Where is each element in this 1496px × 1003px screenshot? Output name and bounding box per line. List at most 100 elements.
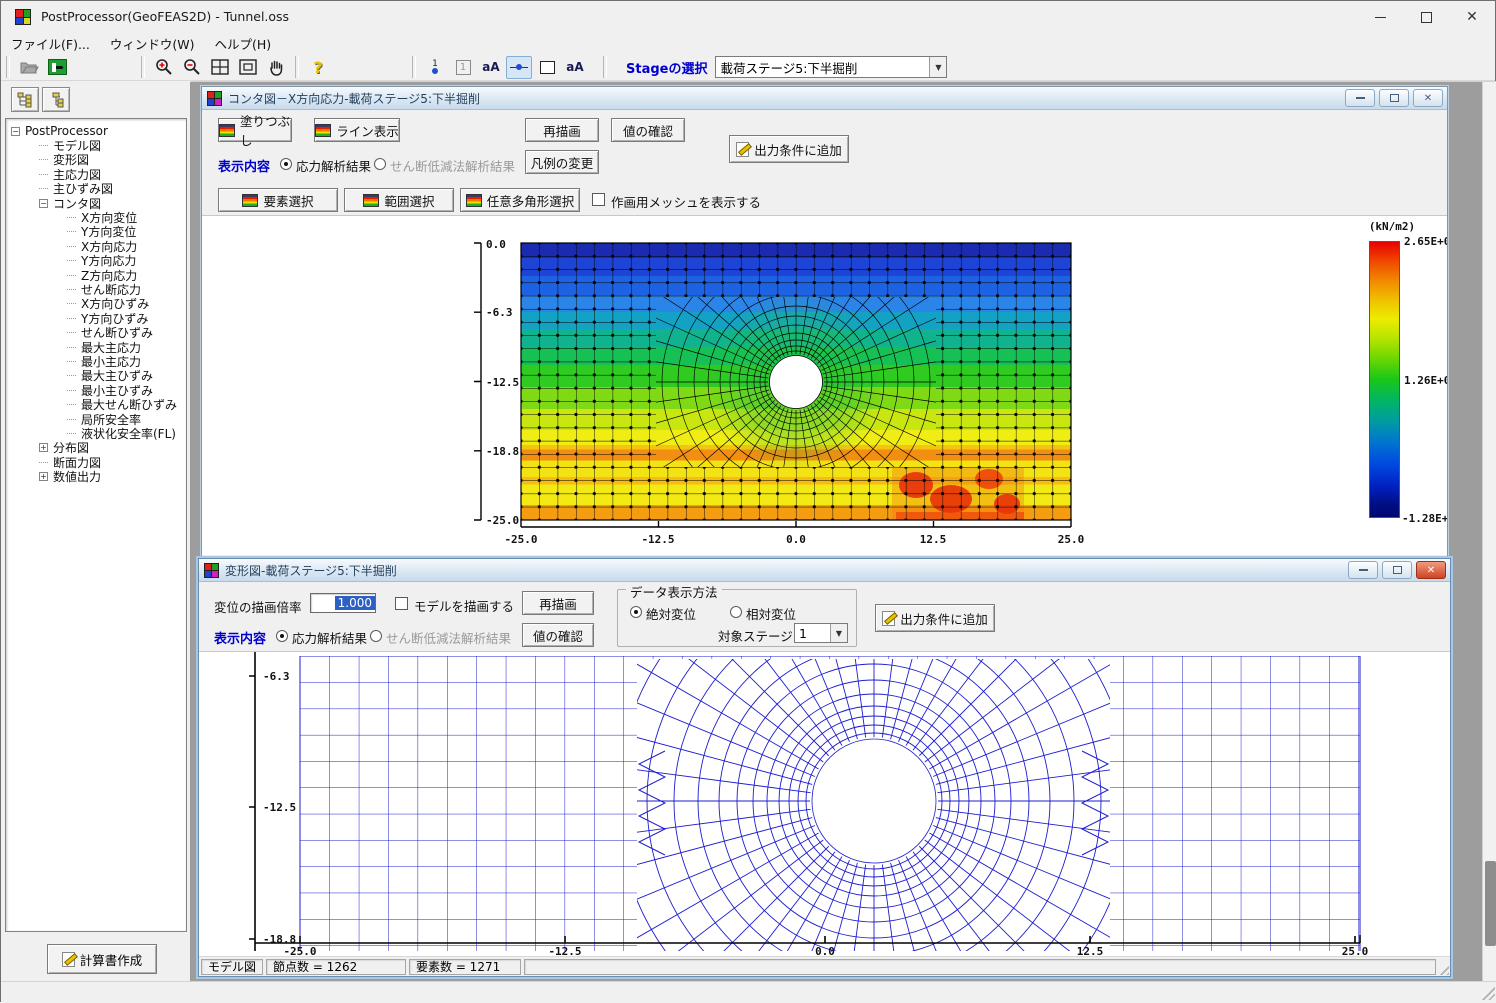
collapse-icon[interactable]: − [11,126,20,136]
scrollbar-thumb[interactable] [1485,861,1496,946]
menu-window[interactable]: ウィンドウ(W) [100,32,205,55]
x-tick-label: 12.5 [920,533,947,546]
relative-displacement-radio[interactable] [730,606,742,618]
status-node-count: 節点数 = 1262 [266,958,406,975]
scale-input[interactable]: 1.000 [310,593,376,613]
tunnel-hole [769,355,823,409]
stress-result-label: 応力解析結果 [296,159,372,174]
font-size-icon: aA [566,60,584,74]
add-output-button[interactable]: 出力条件に追加 [729,135,849,163]
tree-layout-button-1[interactable] [11,87,39,112]
help-icon: ? [313,57,323,77]
tree-layout-button-2[interactable] [42,87,70,112]
export-model-button[interactable] [44,56,70,79]
deform-close-button[interactable]: ✕ [1416,561,1446,579]
target-stage-value: 1 [799,625,807,641]
contour-close-button[interactable]: ✕ [1413,89,1443,107]
stage-select-combo[interactable]: 載荷ステージ5:下半掘削 ▼ [715,56,948,78]
fill-display-button[interactable]: 塗りつぶし [218,114,292,148]
layers-icon [465,193,482,207]
tree-item-liquefaction-fl[interactable]: 液状化安全率(FL) [6,426,186,441]
stress-result-radio[interactable] [276,630,288,642]
range-select-button[interactable]: 範囲選択 [344,188,454,212]
deform-minimize-button[interactable] [1348,561,1378,579]
toolbar-separator [6,56,10,78]
line-display-button[interactable]: ライン表示 [314,118,400,142]
font-size-button-2[interactable]: aA [562,56,588,79]
target-stage-label: 対象ステージ [718,629,793,644]
pan-button[interactable] [263,56,289,79]
font-size-button[interactable]: aA [478,56,504,79]
absolute-displacement-radio[interactable] [630,606,642,618]
resize-grip[interactable] [1436,962,1449,975]
menubar: ファイル(F)... ウィンドウ(W) ヘルプ(H) [1,33,1495,54]
node-number-toggle[interactable]: 1 [422,56,448,79]
tree-item-model[interactable]: モデル図 [6,138,186,153]
expand-icon[interactable]: + [39,443,48,453]
dropdown-arrow-icon[interactable]: ▼ [929,57,947,77]
shear-result-radio[interactable] [370,630,382,642]
close-button[interactable]: ✕ [1449,1,1495,33]
zoom-out-icon [184,59,200,75]
open-file-button[interactable] [16,56,42,79]
deform-plot-area: -6.3 -12.5 -18.8 -25.0 -12.5 0.0 12.5 25… [199,652,1450,956]
help-button[interactable]: ? [305,56,331,79]
layers-icon [315,123,332,137]
layers-icon [363,193,380,207]
status-element-count: 要素数 = 1271 [409,958,521,975]
legend-min: -1.28E+001 [1402,512,1447,525]
open-folder-icon [20,62,39,74]
x-tick-label: 0.0 [815,945,835,956]
collapse-icon[interactable]: − [39,198,48,208]
fit-view-button[interactable] [207,56,233,79]
tree-item-numeric-output[interactable]: + 数値出力 [6,469,186,484]
redraw-button[interactable]: 再描画 [522,591,594,615]
data-display-group-title: データ表示方法 [626,582,722,601]
polygon-select-button[interactable]: 任意多角形選択 [460,188,580,212]
element-display-toggle[interactable] [534,56,560,79]
y-tick-label: -18.8 [486,445,519,458]
legend-change-button[interactable]: 凡例の変更 [525,150,599,174]
dropdown-arrow-icon[interactable]: ▼ [830,624,847,642]
maximize-button[interactable] [1403,1,1449,33]
y-tick-label: -6.3 [263,670,290,683]
deform-tunnel-hole [811,738,937,864]
stress-result-radio[interactable] [280,158,292,170]
zoom-window-button[interactable] [235,56,261,79]
element-select-button[interactable]: 要素選択 [218,188,338,212]
check-value-button[interactable]: 値の確認 [611,118,685,142]
draw-mesh-checkbox[interactable] [592,193,605,206]
deform-window-titlebar[interactable]: 変形図-載荷ステージ5:下半掘削 ✕ [199,559,1450,582]
create-report-button[interactable]: 計算書作成 [47,944,157,974]
deform-restore-button[interactable] [1382,561,1412,579]
element-rect-icon [539,60,555,74]
x-tick-label: 12.5 [1077,945,1104,956]
status-mode: モデル図 [201,958,263,975]
draw-model-checkbox[interactable] [395,597,408,610]
zoom-in-button[interactable] [151,56,177,79]
contour-restore-button[interactable] [1379,89,1409,107]
check-value-button[interactable]: 値の確認 [522,623,594,647]
expand-icon[interactable]: + [39,472,48,482]
menu-file[interactable]: ファイル(F)... [1,32,100,55]
mdi-vertical-scrollbar[interactable] [1482,82,1496,981]
contour-window-titlebar[interactable]: コンタ図－X方向応力-載荷ステージ5:下半掘削 ✕ [202,87,1447,110]
redraw-button[interactable]: 再描画 [525,118,599,142]
contour-window-icon [207,90,222,106]
element-number-toggle[interactable]: 1 [450,56,476,79]
absolute-displacement-label: 絶対変位 [646,607,697,622]
layers-icon [242,193,259,207]
contour-minimize-button[interactable] [1345,89,1375,107]
target-stage-combo[interactable]: 1 ▼ [794,623,848,643]
node-display-toggle[interactable] [506,55,532,79]
font-size-icon: aA [482,60,500,74]
x-tick-label: 25.0 [1058,533,1085,546]
zoom-out-button[interactable] [179,56,205,79]
minimize-button[interactable] [1357,1,1403,33]
app-statusbar [1,981,1496,1003]
shear-result-radio[interactable] [374,158,386,170]
window-resize-grip[interactable] [1480,985,1495,1000]
add-output-button[interactable]: 出力条件に追加 [875,604,995,632]
menu-help[interactable]: ヘルプ(H) [205,32,282,55]
y-tick-label: -12.5 [263,801,296,814]
